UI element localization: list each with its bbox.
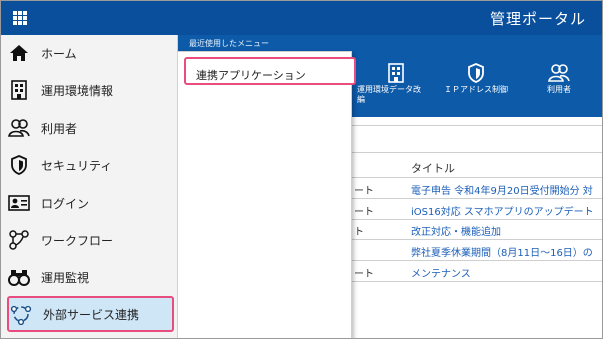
- sidebar-item-label: 運用監視: [41, 270, 90, 285]
- notice-title-link[interactable]: 電子申告 令和4年9月20日受付開始分 対: [411, 182, 593, 197]
- sidebar-item-label: セキュリティ: [41, 158, 113, 173]
- recent-menu-dropdown: 連携アプリケーション: [177, 51, 356, 338]
- notice-category: ート: [354, 269, 374, 280]
- notice-title-link[interactable]: メンテナンス: [411, 265, 471, 280]
- recent-menu-item-linked-apps[interactable]: 連携アプリケーション: [184, 57, 356, 85]
- notice-title-link[interactable]: 改正対応・機能追加: [411, 223, 501, 238]
- sidebar-item-home[interactable]: ホーム: [1, 35, 177, 71]
- recent-menu-caption: 最近使用したメニュー: [189, 39, 269, 48]
- sidebar-item-label: ログイン: [41, 196, 90, 211]
- sidebar-item-label: ワークフロー: [41, 233, 114, 248]
- quick-link-label: ＩＰアドレス制御: [444, 85, 508, 94]
- portal-title: 管理ポータル: [489, 10, 586, 28]
- shield-icon: [8, 154, 30, 176]
- notice-category: ト: [354, 227, 364, 238]
- sidebar-item-environment[interactable]: 運用環境情報: [1, 72, 177, 108]
- notice-category: ート: [354, 207, 374, 218]
- sidebar-item-login[interactable]: ログイン: [1, 185, 177, 221]
- home-icon: [8, 42, 30, 64]
- sidebar-item-security[interactable]: セキュリティ: [1, 147, 177, 183]
- app-window: 管理ポータル 運用環境データ改 編 ＩＰアドレス制御 利用者 タイトル ート 電…: [0, 0, 603, 339]
- sidebar-item-label: 外部サービス連携: [43, 307, 140, 322]
- users-icon: [548, 64, 570, 82]
- column-header-title: タイトル: [411, 162, 455, 175]
- sidebar: ホーム 運用環境情報 利用者 セキュリティ ログイン ワークフロー 運用監視 外…: [1, 35, 178, 338]
- sidebar-item-external-services[interactable]: 外部サービス連携: [7, 296, 174, 332]
- notice-title-link[interactable]: 弊社夏季休業期間（8月11日～16日）の: [411, 244, 593, 259]
- app-grid-icon[interactable]: [13, 11, 27, 25]
- quick-link-label: 運用環境データ改 編: [357, 85, 421, 104]
- sidebar-item-label: 運用環境情報: [41, 83, 114, 98]
- sidebar-item-label: ホーム: [41, 46, 77, 61]
- building-icon: [388, 63, 404, 83]
- shield-icon: [468, 63, 484, 83]
- quick-link-users[interactable]: 利用者: [514, 63, 602, 95]
- quick-link-ip-control[interactable]: ＩＰアドレス制御: [431, 63, 521, 95]
- sidebar-item-label: 利用者: [41, 121, 78, 136]
- quick-link-environment[interactable]: 運用環境データ改 編: [351, 63, 441, 105]
- quick-link-label: 利用者: [547, 85, 571, 94]
- sidebar-item-workflow[interactable]: ワークフロー: [1, 222, 177, 258]
- top-bar: 管理ポータル: [1, 1, 602, 35]
- workflow-icon: [8, 229, 30, 251]
- external-link-icon: [10, 303, 32, 325]
- id-card-icon: [8, 192, 30, 214]
- notice-category: ート: [354, 186, 374, 197]
- sidebar-item-users[interactable]: 利用者: [1, 110, 177, 146]
- users-icon: [8, 117, 30, 139]
- building-icon: [8, 79, 30, 101]
- sidebar-item-monitoring[interactable]: 運用監視: [1, 259, 177, 295]
- notice-title-link[interactable]: iOS16対応 スマホアプリのアップデート: [411, 203, 594, 218]
- binoculars-icon: [8, 266, 30, 288]
